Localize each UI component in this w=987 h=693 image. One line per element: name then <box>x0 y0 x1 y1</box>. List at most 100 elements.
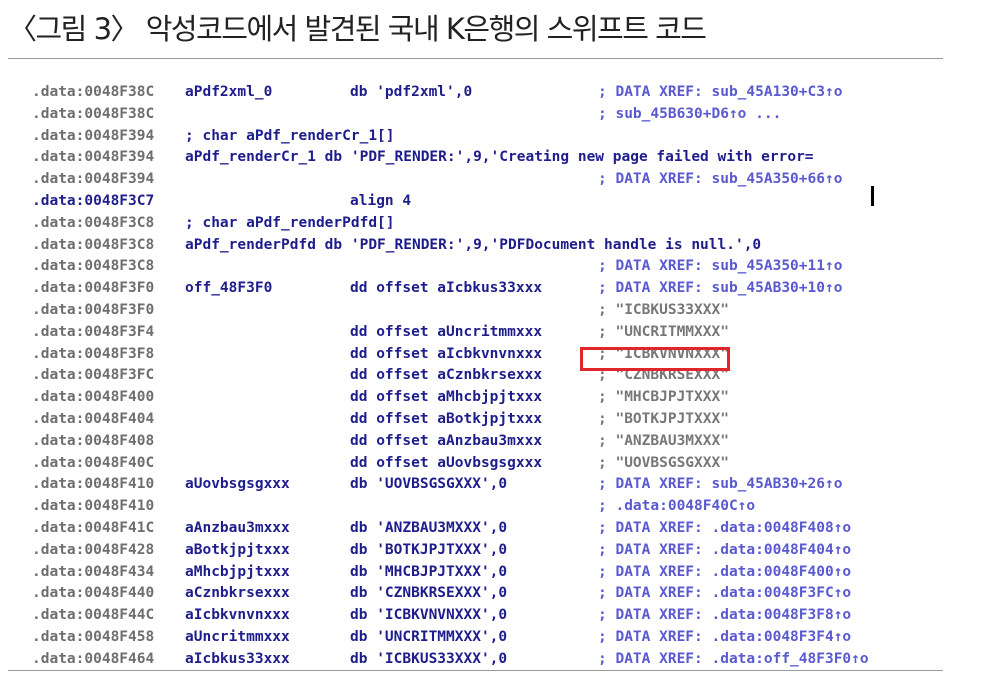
row-label: aAnzbau3mxxx <box>185 519 290 536</box>
row-code: db 'BOTKJPJTXXX',0 <box>350 541 508 558</box>
row-code: dd offset aBotkjpjtxxx <box>350 410 543 427</box>
row-comment: ; "UNCRITMMXXX" <box>598 323 729 340</box>
row-code: dd offset aUovbsgsgxxx <box>350 454 543 471</box>
row-address: .data:0048F428 <box>32 541 155 558</box>
row-comment: ; DATA XREF: .data:0048F3FC↑o <box>598 585 852 602</box>
row-address: .data:0048F394 <box>32 149 155 166</box>
disassembly-listing[interactable]: .data:0048F38C aPdf2xml_0 db 'pdf2xml',0 ; … <box>32 82 944 671</box>
row-code: dd offset aIcbkus33xxx <box>350 280 543 297</box>
row-address: .data:0048F3FC <box>32 367 155 384</box>
row-code: db 'MHCBJPJTXXX',0 <box>350 563 508 580</box>
row-label: aPdf2xml_0 <box>185 84 273 100</box>
listing-row[interactable]: .data:0048F44C aIcbkvnvnxxx db 'ICBKVNVNXX… <box>32 605 944 627</box>
row-comment: ; "ANZBAU3MXXX" <box>598 432 729 449</box>
listing-row[interactable]: .data:0048F440 aCznbkrsexxx db 'CZNBKRSEXX… <box>32 583 944 605</box>
row-label: ; char aPdf_renderCr_1[] <box>185 127 395 144</box>
row-code: db 'UOVBSGSGXXX',0 <box>350 476 508 493</box>
listing-row[interactable]: .data:0048F3FC dd offset aCznbkrsexxx; "C… <box>32 365 944 387</box>
row-comment: ; DATA XREF: sub_45AB30+10↑o <box>598 280 843 297</box>
listing-row[interactable]: .data:0048F3C7 align 4 <box>32 191 944 213</box>
row-label: ; char aPdf_renderPdfd[] <box>185 214 395 231</box>
listing-row[interactable]: .data:0048F38C aPdf2xml_0 db 'pdf2xml',0 ; … <box>32 82 944 104</box>
row-comment: ; "MHCBJPJTXXX" <box>598 389 729 406</box>
row-address: .data:0048F400 <box>32 389 155 406</box>
row-address: .data:0048F458 <box>32 628 155 645</box>
row-address: .data:0048F3F0 <box>32 280 155 297</box>
listing-row[interactable]: .data:0048F404 dd offset aBotkjpjtxxx ; "B… <box>32 409 944 431</box>
row-address: .data:0048F408 <box>32 432 155 449</box>
row-address: .data:0048F44C <box>32 607 155 624</box>
top-divider <box>8 58 943 59</box>
row-address: .data:0048F394 <box>32 127 155 144</box>
row-comment: ; DATA XREF: sub_45A130+C3↑o <box>598 84 843 100</box>
row-comment: ; "ICBKUS33XXX" <box>598 301 729 318</box>
row-code: db 'ICBKVNVNXXX',0 <box>350 607 508 624</box>
row-address: .data:0048F440 <box>32 585 155 602</box>
row-comment: ; DATA XREF: .data:0048F404↑o <box>598 541 852 558</box>
listing-row[interactable]: .data:0048F41C aAnzbau3mxxx db 'ANZBAU3MXX… <box>32 518 944 540</box>
listing-row[interactable]: .data:0048F3C8 ; DATA XREF: sub_45A350+11… <box>32 256 944 278</box>
listing-row[interactable]: .data:0048F408 dd offset aAnzbau3mxxx ; "A… <box>32 431 944 453</box>
row-label: aUovbsgsgxxx <box>185 476 290 493</box>
listing-row[interactable]: .data:0048F3C8 ; char aPdf_renderPdfd[] <box>32 213 944 235</box>
row-comment: ; DATA XREF: sub_45A350+11↑o <box>598 258 843 275</box>
row-comment: ; DATA XREF: sub_45A350+66↑o <box>598 171 843 188</box>
row-comment: ; DATA XREF: .data:0048F408↑o <box>598 519 852 536</box>
listing-row[interactable]: .data:0048F428 aBotkjpjtxxx db 'BOTKJPJTXX… <box>32 540 944 562</box>
row-code: db 'CZNBKRSEXXX',0 <box>350 585 508 602</box>
listing-row[interactable]: .data:0048F458 aUncritmmxxx db 'UNCRITMMXX… <box>32 627 944 649</box>
row-comment: ; DATA XREF: .data:0048F400↑o <box>598 563 852 580</box>
listing-row[interactable]: .data:0048F434 aMhcbjpjtxxx db 'MHCBJPJTXX… <box>32 562 944 584</box>
row-comment: ; DATA XREF: .data:0048F3F4↑o <box>598 628 852 645</box>
row-address: .data:0048F3C8 <box>32 214 155 231</box>
row-address: .data:0048F404 <box>32 410 155 427</box>
row-comment: ; "UOVBSGSGXXX" <box>598 454 729 471</box>
listing-row[interactable]: .data:0048F3F4 dd offset aUncritmmxxx ; "U… <box>32 322 944 344</box>
listing-row[interactable]: .data:0048F394 aPdf_renderCr_1 db 'PDF_RE… <box>32 147 944 169</box>
row-comment: ; DATA XREF: .data:off_48F3F0↑o <box>598 650 869 667</box>
row-label: aPdf_renderPdfd db 'PDF_RENDER:',9,'PDFD… <box>185 236 762 253</box>
listing-row[interactable]: .data:0048F410 ; .data:0048F40C↑o <box>32 496 944 518</box>
row-code: db 'ANZBAU3MXXX',0 <box>350 519 508 536</box>
row-address: .data:0048F410 <box>32 476 155 493</box>
listing-row[interactable]: .data:0048F410 aUovbsgsgxxx db 'UOVBSGSGXX… <box>32 474 944 496</box>
listing-row[interactable]: .data:0048F400 dd offset aMhcbjpjtxxx ; "M… <box>32 387 944 409</box>
row-address: .data:0048F434 <box>32 563 155 580</box>
row-label: aPdf_renderCr_1 db 'PDF_RENDER:',9,'Crea… <box>185 149 814 166</box>
row-code: dd offset aMhcbjpjtxxx <box>350 389 543 406</box>
row-code: dd offset aAnzbau3mxxx <box>350 432 543 449</box>
row-address: .data:0048F3F8 <box>32 345 155 362</box>
row-address: .data:0048F394 <box>32 171 155 188</box>
row-comment: ; sub_45B630+D6↑o ... <box>598 105 782 122</box>
row-address: .data:0048F38C <box>32 105 155 122</box>
listing-row[interactable]: .data:0048F3F0 off_48F3F0 dd offset aIcbku… <box>32 278 944 300</box>
row-code: dd offset aUncritmmxxx <box>350 323 543 340</box>
listing-row[interactable]: .data:0048F394 ; char aPdf_renderCr_1[] <box>32 126 944 148</box>
figure-caption: 〈그림 3〉 악성코드에서 발견된 국내 K은행의 스위프트 코드 <box>8 12 707 46</box>
row-label: aUncritmmxxx <box>185 628 290 645</box>
row-label: aCznbkrsexxx <box>185 585 290 602</box>
listing-row[interactable]: .data:0048F3C8 aPdf_renderPdfd db 'PDF_RE… <box>32 235 944 257</box>
row-address: .data:0048F40C <box>32 454 155 471</box>
row-code: dd offset aIcbkvnvnxxx <box>350 345 543 362</box>
row-code: db 'UNCRITMMXXX',0 <box>350 628 508 645</box>
row-label: aIcbkus33xxx <box>185 650 290 667</box>
row-code: db 'pdf2xml',0 <box>350 84 473 100</box>
row-address: .data:0048F3C7 <box>32 192 155 209</box>
row-label: aMhcbjpjtxxx <box>185 563 290 580</box>
listing-row[interactable]: .data:0048F394 ; DATA XREF: sub_45A350+66… <box>32 169 944 191</box>
row-label: aBotkjpjtxxx <box>185 541 290 558</box>
listing-row[interactable]: .data:0048F38C ; sub_45B630+D6↑o ... <box>32 104 944 126</box>
listing-row[interactable]: .data:0048F3F0 ; "ICBKUS33XXX" <box>32 300 944 322</box>
row-code: db 'ICBKUS33XXX',0 <box>350 650 508 667</box>
row-address: .data:0048F3F4 <box>32 323 155 340</box>
highlight-box <box>580 347 730 371</box>
row-address: .data:0048F410 <box>32 498 155 515</box>
text-cursor <box>871 186 874 206</box>
listing-row[interactable]: .data:0048F3F8 dd offset aIcbkvnvnxxx; "I… <box>32 344 944 366</box>
bottom-divider <box>8 670 943 671</box>
listing-row[interactable]: .data:0048F464 aIcbkus33xxx db 'ICBKUS33XX… <box>32 649 944 671</box>
listing-row[interactable]: .data:0048F40C dd offset aUovbsgsgxxx ; "U… <box>32 453 944 475</box>
row-label: aIcbkvnvnxxx <box>185 607 290 624</box>
row-address: .data:0048F3C8 <box>32 258 155 275</box>
